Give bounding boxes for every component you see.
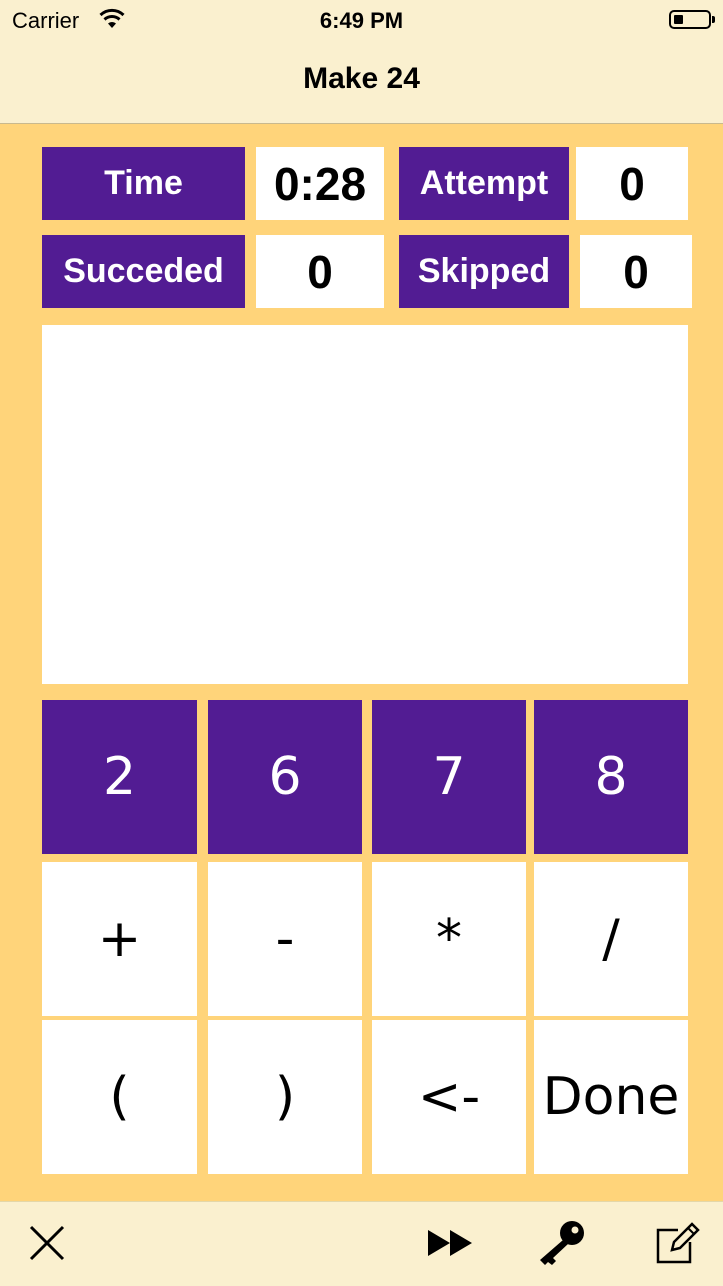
status-bar: Carrier 6:49 PM <box>0 0 723 40</box>
attempt-value: 0 <box>576 147 688 220</box>
succeeded-label: Succeded <box>42 235 245 308</box>
status-time: 6:49 PM <box>319 8 404 33</box>
fast-forward-icon <box>426 1228 474 1263</box>
divide-key[interactable]: / <box>534 862 688 1016</box>
page-title: Make 24 <box>303 62 420 95</box>
number-key-3[interactable]: 7 <box>372 700 526 854</box>
navigation-bar: Make 24 <box>0 40 723 124</box>
close-button[interactable] <box>22 1220 72 1270</box>
time-label: Time <box>42 147 245 220</box>
key-icon <box>534 1220 586 1271</box>
skip-button[interactable] <box>425 1220 475 1270</box>
done-button[interactable]: Done <box>534 1020 688 1174</box>
bottom-toolbar <box>0 1201 723 1286</box>
battery-icon <box>669 10 715 29</box>
multiply-key[interactable]: * <box>372 862 526 1016</box>
plus-key[interactable]: + <box>42 862 197 1016</box>
number-key-2[interactable]: 6 <box>208 700 362 854</box>
number-key-4[interactable]: 8 <box>534 700 688 854</box>
hint-button[interactable] <box>535 1220 585 1270</box>
open-paren-key[interactable]: ( <box>42 1020 197 1174</box>
number-key-1[interactable]: 2 <box>42 700 197 854</box>
edit-button[interactable] <box>652 1220 702 1270</box>
skipped-value: 0 <box>580 235 692 308</box>
close-icon <box>29 1225 65 1266</box>
minus-key[interactable]: - <box>208 862 362 1016</box>
expression-display <box>42 325 688 684</box>
backspace-key[interactable]: <- <box>372 1020 526 1174</box>
compose-icon <box>654 1220 700 1271</box>
attempt-label: Attempt <box>399 147 569 220</box>
close-paren-key[interactable]: ) <box>208 1020 362 1174</box>
skipped-label: Skipped <box>399 235 569 308</box>
time-value: 0:28 <box>256 147 384 220</box>
succeeded-value: 0 <box>256 235 384 308</box>
